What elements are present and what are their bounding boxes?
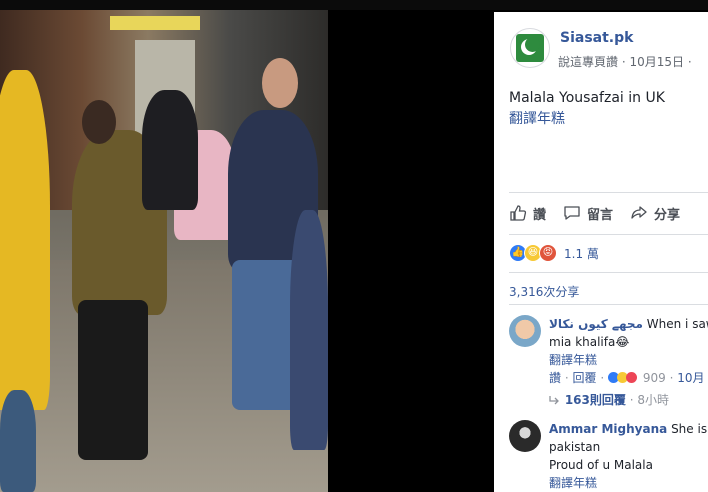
photo-figure-right-edge [290, 210, 328, 450]
photo-figure-woman-head [82, 100, 116, 144]
comment-meta-dot: · [564, 371, 569, 385]
comment-item: مجھے کیوں نکالا When i saw fir mia khali… [509, 315, 708, 415]
comment-reply-link[interactable]: 回覆 [573, 371, 597, 385]
angry-icon: 😡 [539, 244, 557, 262]
comment-text-line1: She is th [671, 422, 708, 436]
comment-date[interactable]: 10月 [677, 371, 704, 385]
comment-text-line2: mia khalifa😂 [549, 335, 630, 349]
comment-meta-dot-3: · [669, 371, 674, 385]
reaction-summary[interactable]: 👍 😆 😡 1.1 萬 [509, 244, 599, 262]
meta-separator-2: · [687, 55, 692, 69]
comment-translate-link[interactable]: 翻譯年糕 [549, 351, 708, 369]
photo-figure-man-head [262, 58, 298, 108]
photo-shop-sign [110, 16, 200, 30]
post-photo[interactable] [0, 10, 328, 492]
comment-text-line1: When i saw fir [646, 317, 708, 331]
photo-figure-woman-legs [78, 300, 148, 460]
avatar-crescent-cut [525, 37, 540, 52]
top-bar [0, 0, 708, 10]
like-button[interactable]: 讚 [509, 202, 546, 224]
meta-separator: · [621, 55, 626, 69]
post-text: Malala Yousafzai in UK [509, 90, 665, 106]
photo-figure-yellow [0, 70, 50, 410]
like-label: 讚 [533, 207, 547, 223]
reaction-count[interactable]: 1.1 萬 [564, 245, 599, 262]
action-bar: 讚 留言 分享 [509, 202, 708, 224]
comment-icon [564, 206, 580, 220]
share-arrow-icon [631, 206, 647, 219]
comment-button[interactable]: 留言 [563, 202, 613, 224]
share-count-link[interactable]: 3,316次分享 [509, 283, 579, 300]
comment-text-line2: pakistan [549, 440, 601, 454]
post-date[interactable]: 10月15日 [630, 55, 685, 69]
replies-time: 8小時 [637, 393, 670, 407]
comment-meta-dot-2: · [600, 371, 605, 385]
comment-body: Ammar Mighyana She is th pakistan Proud … [549, 420, 708, 492]
page-avatar[interactable] [510, 28, 550, 68]
actions-divider-top [509, 192, 708, 193]
commenter-name[interactable]: مجھے کیوں نکالا [549, 317, 643, 331]
comment-text-line3: Proud of u Malala [549, 458, 653, 472]
like-page-link[interactable]: 說這專頁讚 [558, 55, 618, 69]
actions-divider-bottom [509, 234, 708, 235]
reply-arrow-icon [549, 396, 559, 405]
comment-translate-link[interactable]: 翻譯年糕 [549, 474, 708, 492]
comment-meta: 讚 · 回覆 · 909 · 10月 [549, 369, 708, 387]
share-label: 分享 [654, 207, 681, 223]
comment-replies[interactable]: 163則回覆 · 8小時 [549, 391, 708, 409]
commenter-avatar[interactable] [509, 420, 541, 452]
comment-like-link[interactable]: 讚 [549, 371, 561, 385]
reactions-divider [509, 272, 708, 273]
page-name-link[interactable]: Siasat.pk [560, 30, 633, 46]
comment-label: 留言 [587, 207, 614, 223]
replies-count-link[interactable]: 163則回覆 [565, 393, 626, 407]
comment-body: مجھے کیوں نکالا When i saw fir mia khali… [549, 315, 708, 409]
love-icon [626, 372, 637, 383]
photo-figure-dark-left [142, 90, 198, 210]
comment-item: Ammar Mighyana She is th pakistan Proud … [509, 420, 708, 492]
post-translate-link[interactable]: 翻譯年糕 [509, 108, 565, 128]
post-meta: 說這專頁讚 · 10月15日 · [558, 53, 692, 70]
commenter-name[interactable]: Ammar Mighyana [549, 422, 667, 436]
thumbs-up-icon [510, 205, 527, 221]
comment-reaction-count[interactable]: 909 [643, 371, 666, 385]
commenter-avatar[interactable] [509, 315, 541, 347]
post-card: Siasat.pk 說這專頁讚 · 10月15日 · Malala Yousaf… [494, 12, 708, 492]
photo-figure-jeans-left [0, 390, 36, 492]
replies-dot: · [629, 393, 634, 407]
shares-divider [509, 304, 708, 305]
share-button[interactable]: 分享 [630, 202, 680, 224]
